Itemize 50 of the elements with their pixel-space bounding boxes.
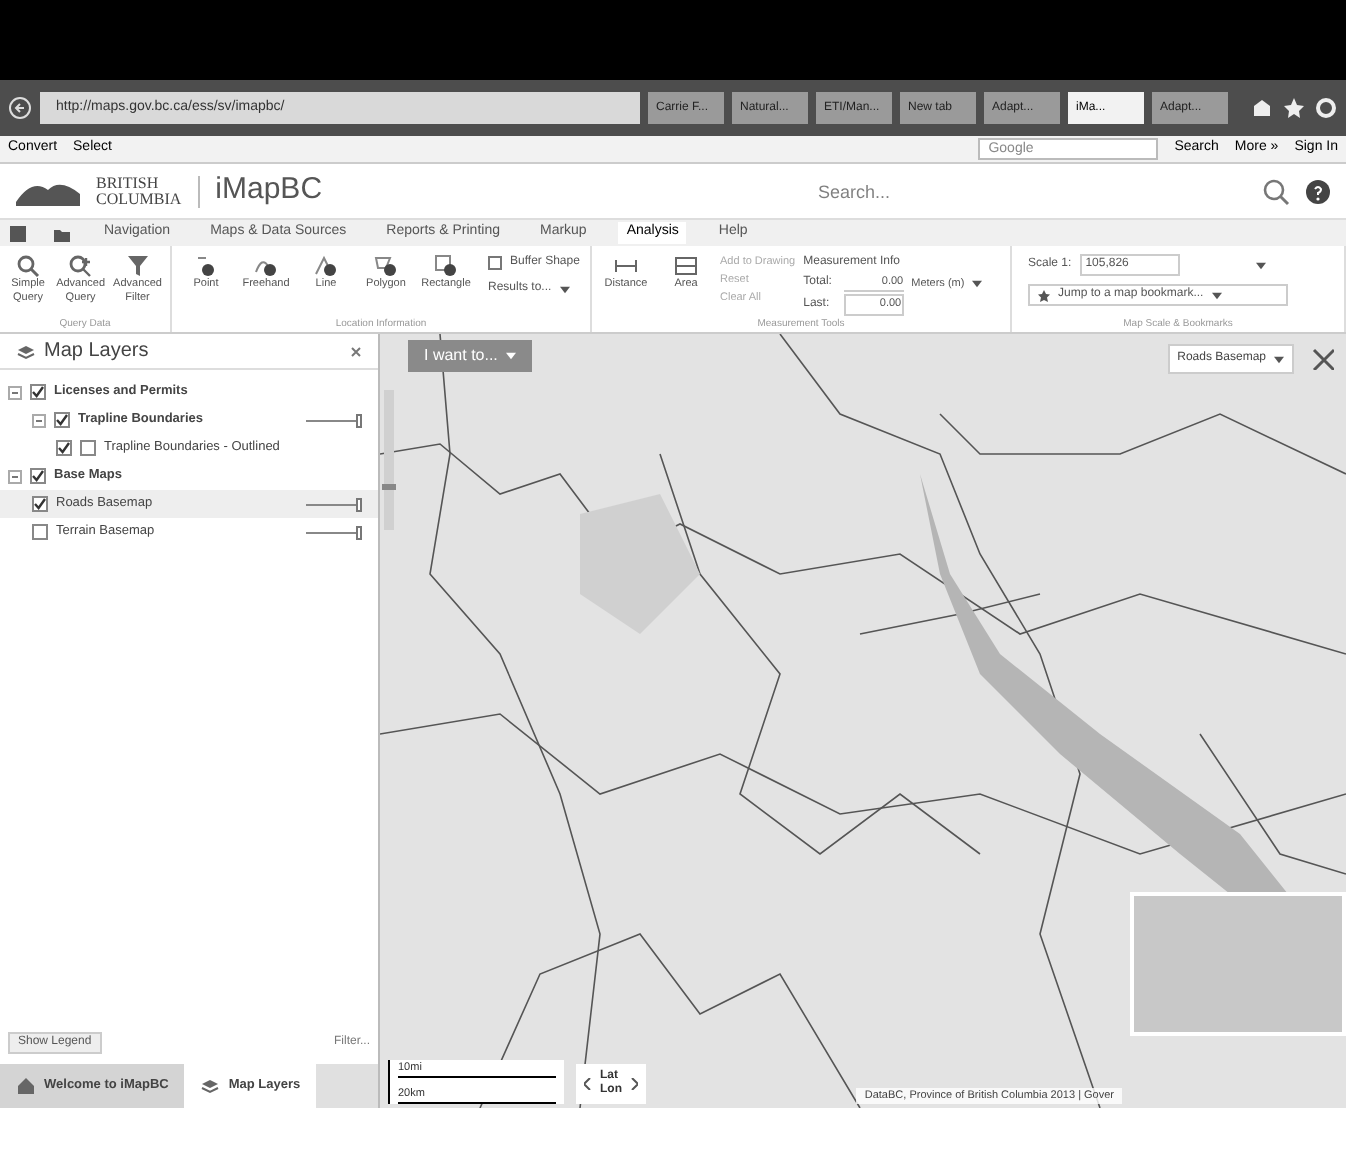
rectangle-icon [434, 254, 458, 278]
polygon-icon [374, 254, 398, 278]
search-icon [16, 254, 41, 278]
ruler-icon [614, 254, 638, 278]
checkbox[interactable] [488, 256, 502, 270]
search-icon[interactable] [1262, 177, 1290, 205]
brand-text: BRITISH [96, 175, 161, 191]
star-icon[interactable] [1038, 289, 1050, 301]
slider-thumb[interactable] [356, 413, 362, 427]
close-icon[interactable] [350, 345, 362, 357]
layers-icon [200, 1076, 221, 1096]
caret-icon[interactable] [559, 285, 570, 293]
checkbox[interactable] [80, 440, 96, 456]
checkbox[interactable] [30, 468, 46, 484]
help-icon[interactable] [1306, 179, 1330, 203]
caret-icon[interactable] [972, 279, 983, 288]
checkbox[interactable] [54, 412, 70, 428]
expand-toggle[interactable] [32, 413, 46, 427]
zoom-slider-thumb[interactable] [382, 483, 396, 490]
slider-thumb[interactable] [356, 525, 362, 539]
slider-thumb[interactable] [356, 497, 362, 511]
expand-toggle[interactable] [8, 469, 22, 483]
line-icon [314, 254, 338, 278]
app-title: iMapBC [215, 170, 323, 211]
checkbox[interactable] [32, 524, 48, 540]
checkbox[interactable] [32, 496, 48, 512]
brand-text: COLUMBIA [96, 191, 182, 207]
checkbox[interactable] [30, 384, 46, 400]
save-icon[interactable] [8, 223, 28, 243]
previous-icon[interactable] [584, 1078, 592, 1090]
home-icon[interactable] [1250, 96, 1274, 120]
point-icon [194, 254, 218, 278]
search-field[interactable]: Search... [810, 173, 1190, 209]
caret-icon [505, 352, 516, 360]
checkbox[interactable] [56, 440, 72, 456]
area-icon [674, 254, 698, 278]
caret-icon [1274, 355, 1284, 363]
layers-icon [16, 341, 36, 361]
caret-icon[interactable] [1211, 291, 1222, 299]
star-icon[interactable] [1282, 96, 1306, 120]
caret-icon[interactable] [1255, 261, 1266, 269]
expand-toggle[interactable] [8, 385, 22, 399]
back-icon[interactable] [8, 96, 32, 120]
settings-icon[interactable] [1314, 96, 1338, 120]
panel-title: Map Layers [44, 338, 149, 366]
filter-icon [125, 254, 150, 278]
search-plus-icon [68, 254, 93, 278]
next-icon[interactable] [630, 1078, 638, 1090]
home-icon [16, 1076, 36, 1096]
tools-icon[interactable] [1310, 346, 1334, 370]
